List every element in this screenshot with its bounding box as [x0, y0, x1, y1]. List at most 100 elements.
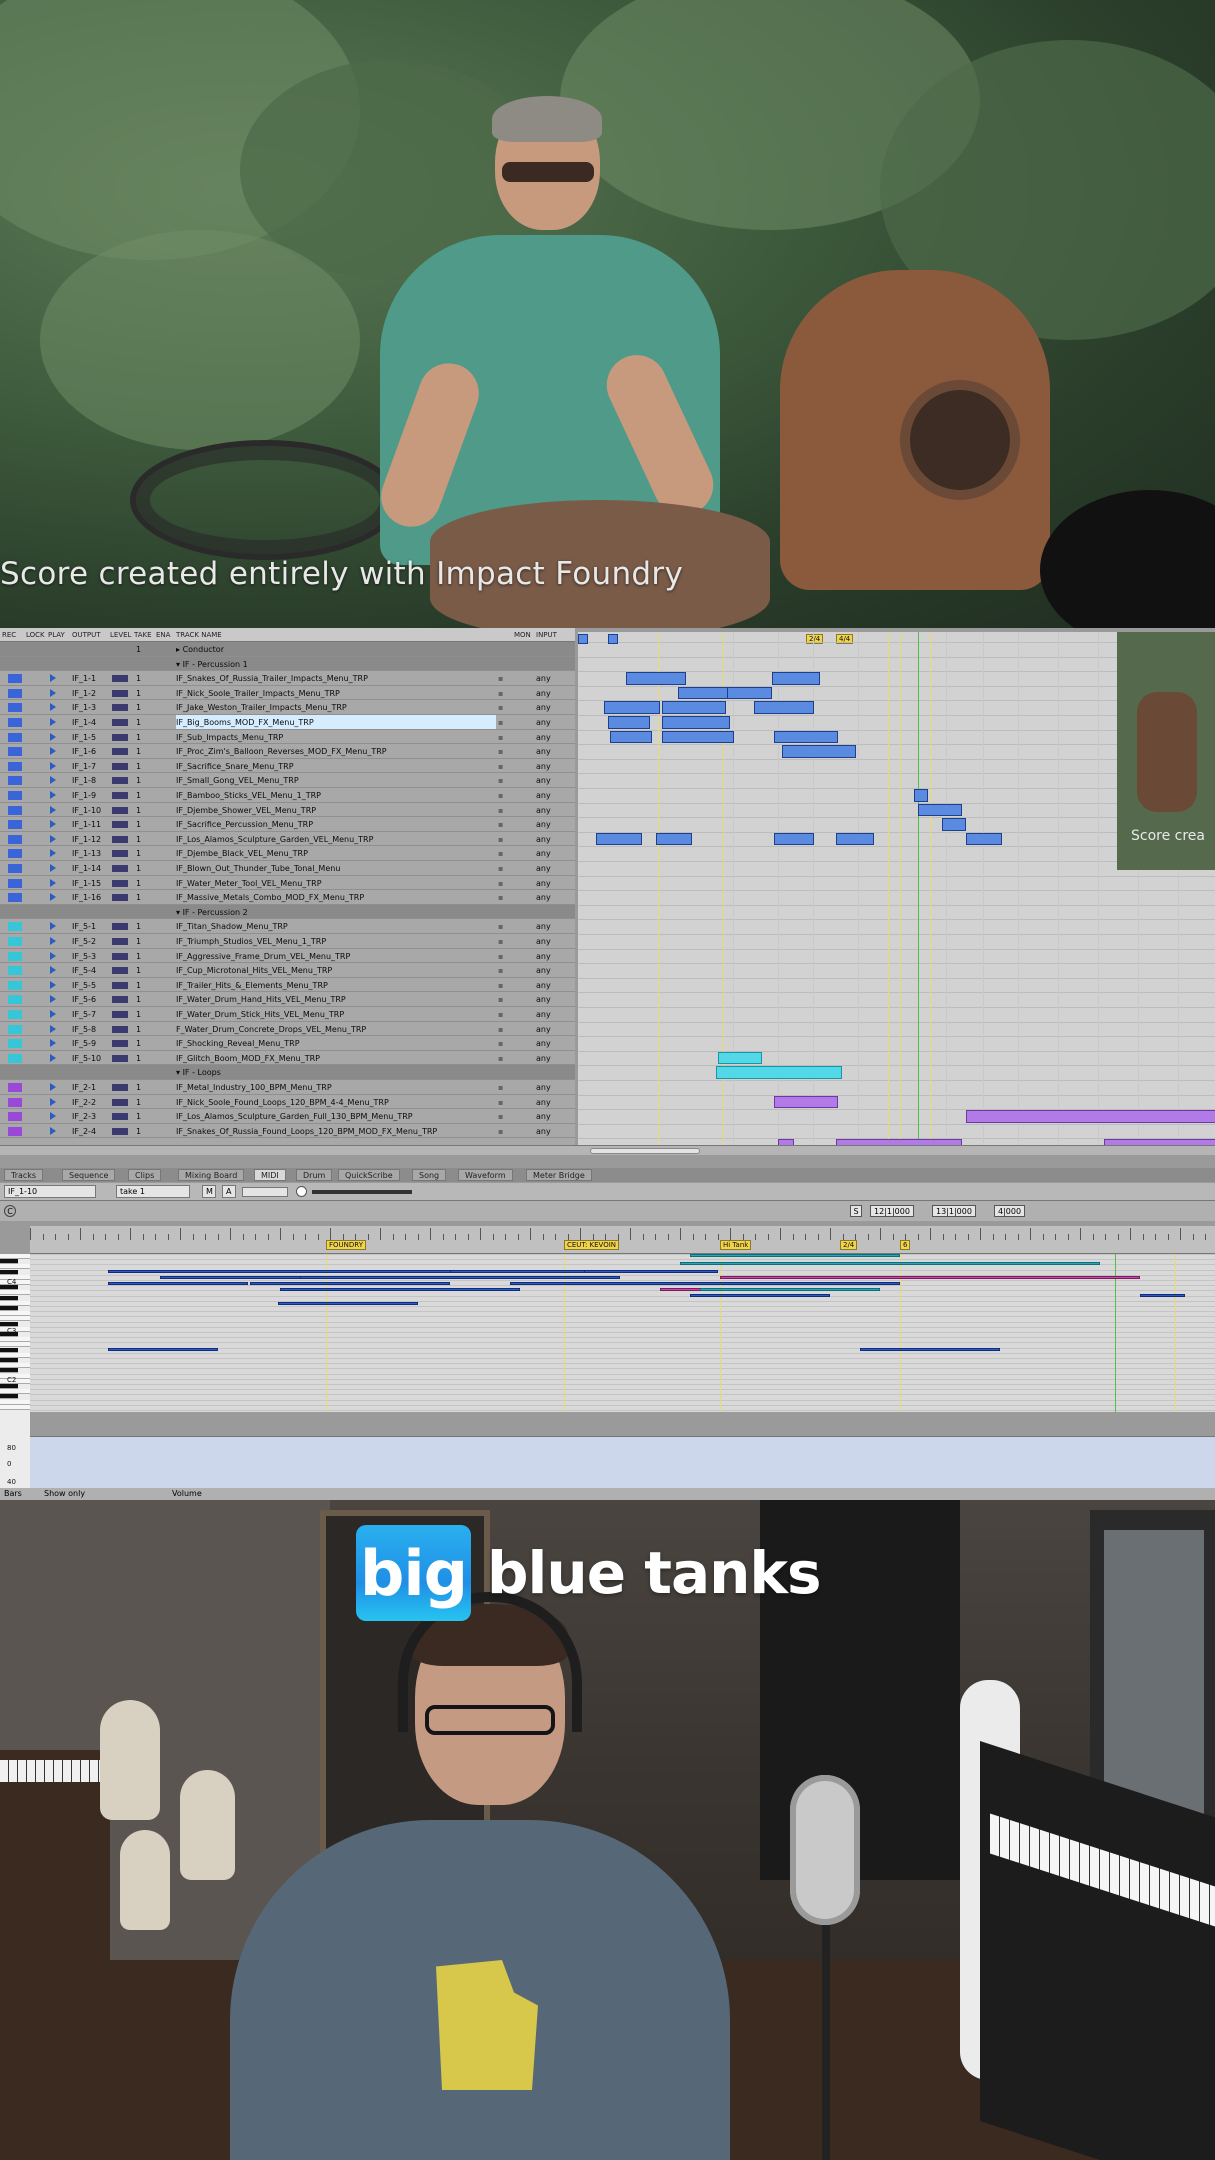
track-output[interactable]: IF_1-5 — [72, 733, 96, 742]
track-row[interactable]: IF_1-2 1 IF_Nick_Soole_Trailer_Impacts_Men… — [0, 686, 575, 701]
play-enable-icon[interactable] — [50, 849, 56, 858]
mute-button[interactable]: M — [202, 1185, 216, 1198]
midi-clip[interactable] — [662, 730, 734, 744]
play-enable-icon[interactable] — [50, 1039, 56, 1048]
midi-note[interactable] — [108, 1282, 248, 1285]
rec-icon[interactable]: ▪ — [498, 674, 503, 683]
track-input[interactable]: any — [536, 849, 551, 858]
play-enable-icon[interactable] — [50, 805, 56, 814]
track-take[interactable]: 1 — [136, 1083, 141, 1092]
midi-ruler[interactable]: FOUNDRY CEUT: KEVOIN Hi Tank 2/4 6 — [30, 1226, 1215, 1254]
play-enable-icon[interactable] — [50, 747, 56, 756]
track-output[interactable]: IF_5-1 — [72, 922, 96, 931]
track-row[interactable]: IF_1-5 1 IF_Sub_Impacts_Menu_TRP ▪ any — [0, 730, 575, 745]
track-name[interactable]: IF_Jake_Weston_Trailer_Impacts_Menu_TRP — [176, 700, 496, 714]
track-name[interactable]: IF_Triumph_Studios_VEL_Menu_1_TRP — [176, 934, 496, 948]
track-row[interactable]: IF_1-14 1 IF_Blown_Out_Thunder_Tube_Tonal_… — [0, 861, 575, 876]
track-row[interactable]: IF_5-2 1 IF_Triumph_Studios_VEL_Menu_1_TRP… — [0, 934, 575, 949]
midi-note[interactable] — [510, 1282, 900, 1285]
piano-keyboard[interactable]: C4 C3 C2 80 0 40 — [0, 1254, 30, 1494]
track-output[interactable]: IF_5-5 — [72, 981, 96, 990]
track-name[interactable]: IF_Titan_Shadow_Menu_TRP — [176, 919, 496, 933]
play-enable-icon[interactable] — [50, 864, 56, 872]
midi-note[interactable] — [280, 1288, 520, 1291]
track-output[interactable]: IF_2-2 — [72, 1098, 96, 1107]
end-position-field[interactable]: 13|1|000 — [932, 1205, 976, 1217]
midi-note[interactable] — [278, 1302, 418, 1305]
track-input[interactable]: any — [536, 747, 551, 756]
track-name[interactable]: IF_Bamboo_Sticks_VEL_Menu_1_TRP — [176, 788, 496, 802]
play-enable-icon[interactable] — [50, 834, 56, 843]
c-button[interactable]: C — [4, 1205, 16, 1217]
track-color-swatch[interactable] — [8, 718, 22, 727]
track-output[interactable]: IF_1-6 — [72, 747, 96, 756]
tab-meter-bridge[interactable]: Meter Bridge — [526, 1169, 592, 1181]
track-name[interactable]: IF_Proc_Zim's_Balloon_Reverses_MOD_FX_Me… — [176, 744, 496, 758]
track-output[interactable]: IF_1-16 — [72, 893, 101, 902]
midi-note[interactable] — [680, 1262, 1100, 1265]
track-input[interactable]: any — [536, 922, 551, 931]
rec-icon[interactable]: ▪ — [498, 835, 503, 844]
track-name[interactable]: IF_Nick_Soole_Found_Loops_120_BPM_4-4_Me… — [176, 1095, 496, 1109]
midi-note[interactable] — [450, 1270, 585, 1273]
play-enable-icon[interactable] — [50, 1083, 56, 1091]
track-input[interactable]: any — [536, 952, 551, 961]
track-row[interactable]: IF_2-3 1 IF_Los_Alamos_Sculpture_Garden_Fu… — [0, 1109, 575, 1124]
track-row[interactable]: IF_5-5 1 IF_Trailer_Hits_&_Elements_Menu_T… — [0, 978, 575, 993]
track-take[interactable]: 1 — [136, 806, 141, 815]
take-select[interactable]: take 1 — [116, 1185, 190, 1198]
track-name[interactable]: IF_Big_Booms_MOD_FX_Menu_TRP — [176, 715, 496, 729]
rec-icon[interactable]: ▪ — [498, 1039, 503, 1048]
track-output[interactable]: IF_5-6 — [72, 995, 96, 1004]
track-input[interactable]: any — [536, 981, 551, 990]
track-take[interactable]: 1 — [136, 1025, 141, 1034]
track-output[interactable]: IF_2-3 — [72, 1112, 96, 1121]
track-input[interactable]: any — [536, 791, 551, 800]
rec-icon[interactable]: ▪ — [498, 776, 503, 785]
track-color-swatch[interactable] — [8, 995, 22, 1005]
track-output[interactable]: IF_1-11 — [72, 820, 101, 829]
track-take[interactable]: 1 — [136, 733, 141, 742]
track-group-row[interactable]: ▾ IF - Loops — [0, 1065, 575, 1080]
track-input[interactable]: any — [536, 718, 551, 727]
track-name[interactable]: IF_Small_Gong_VEL_Menu_TRP — [176, 773, 496, 787]
track-name[interactable]: IF_Glitch_Boom_MOD_FX_Menu_TRP — [176, 1051, 496, 1065]
midi-clip[interactable] — [662, 701, 726, 714]
play-enable-icon[interactable] — [50, 1010, 56, 1018]
tab-drum[interactable]: Drum — [296, 1169, 333, 1181]
track-name[interactable]: IF_Nick_Soole_Trailer_Impacts_Menu_TRP — [176, 686, 496, 700]
track-color-swatch[interactable] — [8, 966, 22, 976]
track-output[interactable]: IF_1-1 — [72, 674, 96, 683]
midi-note[interactable] — [860, 1348, 1000, 1351]
play-enable-icon[interactable] — [50, 791, 56, 799]
midi-clip[interactable] — [942, 818, 966, 831]
track-name[interactable]: IF_Metal_Industry_100_BPM_Menu_TRP — [176, 1080, 496, 1094]
duration-field[interactable]: 4|000 — [994, 1205, 1026, 1217]
track-row[interactable]: IF_2-4 1 IF_Snakes_Of_Russia_Found_Loops_1… — [0, 1124, 575, 1139]
track-take[interactable]: 1 — [136, 776, 141, 785]
midi-clip[interactable] — [626, 672, 686, 685]
track-color-swatch[interactable] — [8, 761, 22, 771]
play-enable-icon[interactable] — [50, 1112, 56, 1121]
bars-selector[interactable]: Bars — [4, 1489, 22, 1498]
track-input[interactable]: any — [536, 995, 551, 1004]
value-field[interactable] — [242, 1187, 288, 1197]
piano-key[interactable] — [0, 1404, 30, 1410]
scroll-thumb[interactable] — [590, 1148, 700, 1154]
rec-icon[interactable]: ▪ — [498, 806, 503, 815]
track-take[interactable]: 1 — [136, 879, 141, 888]
track-output[interactable]: IF_1-9 — [72, 791, 96, 800]
play-enable-icon[interactable] — [50, 1024, 56, 1033]
track-name[interactable]: IF_Snakes_Of_Russia_Found_Loops_120_BPM_… — [176, 1124, 496, 1138]
track-row[interactable]: IF_1-8 1 IF_Small_Gong_VEL_Menu_TRP ▪ any — [0, 773, 575, 788]
rec-icon[interactable]: ▪ — [498, 952, 503, 961]
track-color-swatch[interactable] — [8, 674, 22, 684]
play-enable-icon[interactable] — [50, 893, 56, 902]
track-row[interactable]: IF_1-7 1 IF_Sacrifice_Snare_Menu_TRP ▪ any — [0, 759, 575, 774]
track-color-swatch[interactable] — [8, 864, 22, 873]
track-output[interactable]: IF_5-2 — [72, 937, 96, 946]
play-enable-icon[interactable] — [50, 776, 56, 785]
track-row[interactable]: IF_2-2 1 IF_Nick_Soole_Found_Loops_120_BPM… — [0, 1095, 575, 1110]
conductor-row[interactable]: 1 ▸ Conductor — [0, 642, 575, 657]
track-input[interactable]: any — [536, 1098, 551, 1107]
